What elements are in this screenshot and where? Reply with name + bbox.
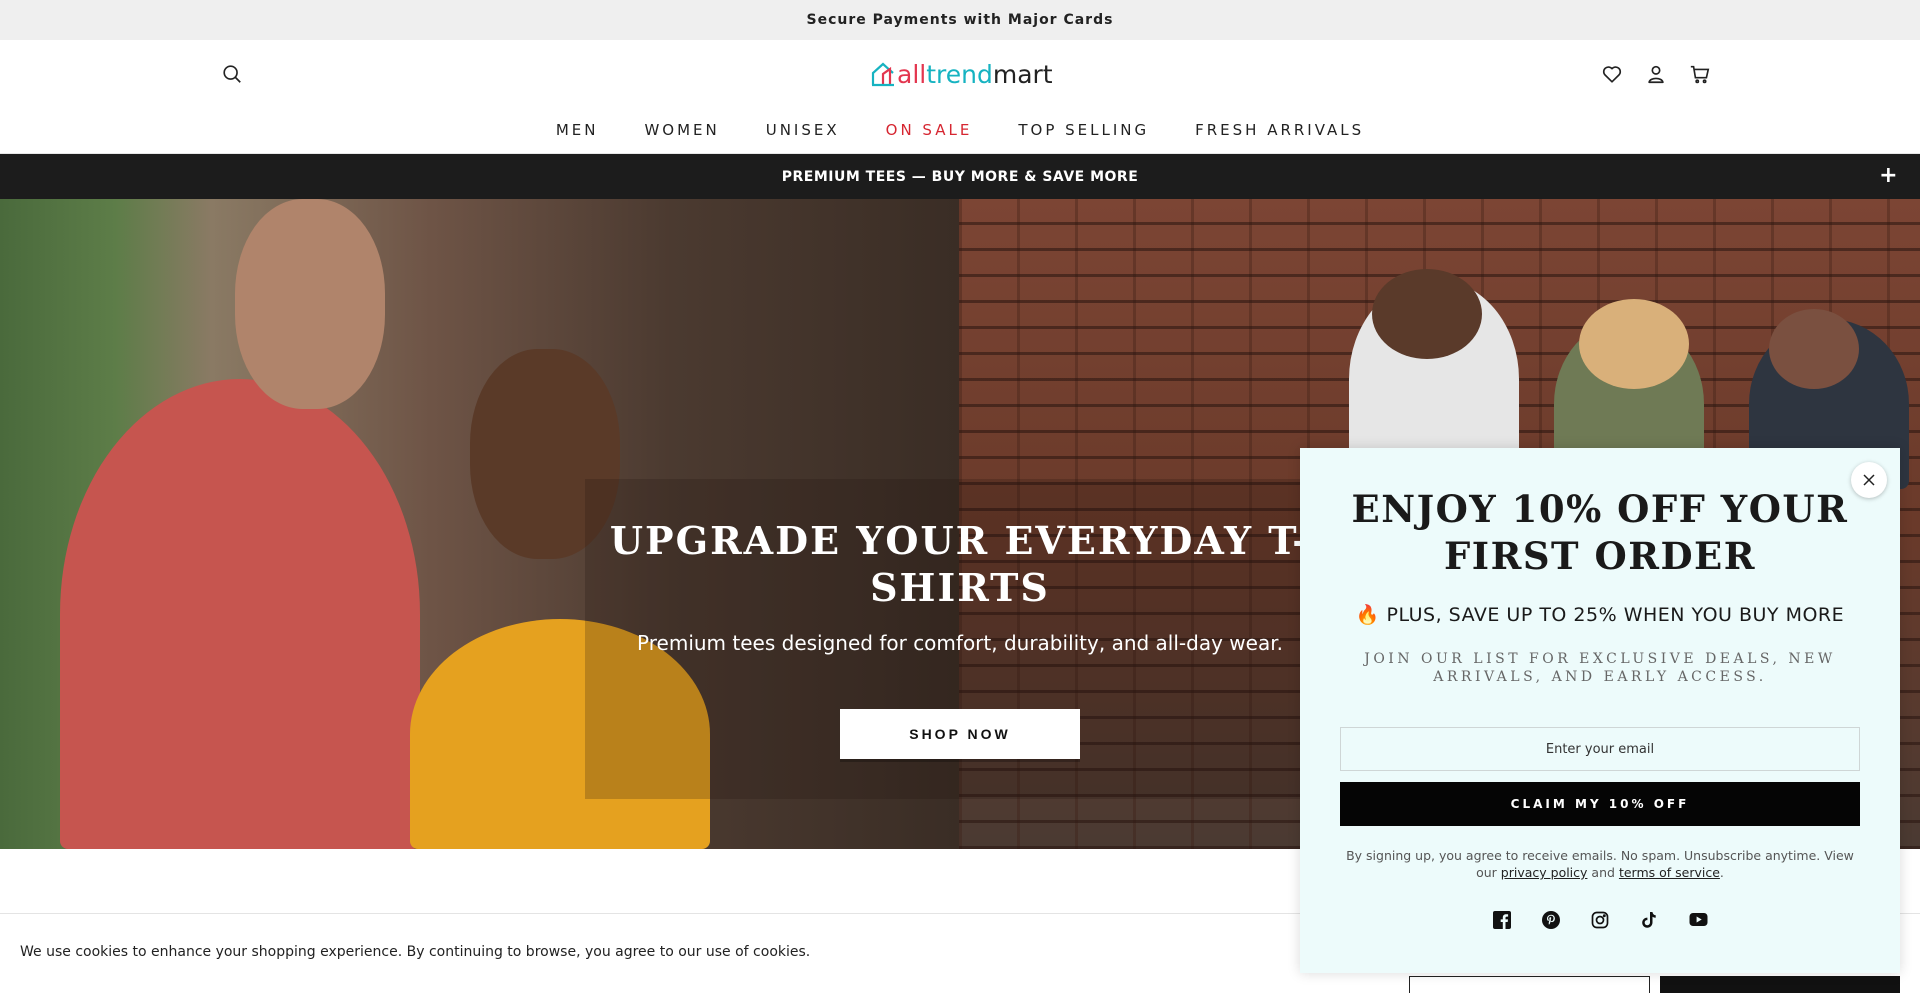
tiktok-icon[interactable] (1640, 910, 1659, 929)
privacy-policy-link[interactable]: privacy policy (1501, 865, 1588, 880)
cart-icon[interactable] (1684, 58, 1716, 90)
claim-discount-button[interactable]: CLAIM MY 10% OFF (1340, 782, 1860, 826)
person-face (1579, 299, 1689, 389)
terms-of-service-link[interactable]: terms of service (1619, 865, 1720, 880)
popup-join-line: JOIN OUR LIST FOR EXCLUSIVE DEALS, NEW A… (1364, 651, 1836, 685)
nav-item-on-sale[interactable]: ON SALE (886, 116, 973, 144)
hero-title: UPGRADE YOUR EVERYDAY T-SHIRTS (609, 518, 1311, 610)
site-logo[interactable]: all trend mart (870, 54, 1053, 94)
popup-plus-line: 🔥 PLUS, SAVE UP TO 25% WHEN YOU BUY MORE (1355, 604, 1845, 626)
newsletter-popup: ENJOY 10% OFF YOUR FIRST ORDER 🔥 PLUS, S… (1300, 448, 1900, 973)
popup-title: ENJOY 10% OFF YOUR FIRST ORDER (1351, 487, 1849, 578)
nav-item-unisex[interactable]: UNISEX (766, 116, 840, 144)
nav-item-top-selling[interactable]: TOP SELLING (1018, 116, 1149, 144)
nav-item-women[interactable]: WOMEN (644, 116, 719, 144)
legal-and: and (1591, 865, 1615, 880)
logo-text-mart: mart (992, 59, 1053, 89)
person-face (1769, 309, 1859, 389)
promo-text: PREMIUM TEES — BUY MORE & SAVE MORE (781, 168, 1139, 185)
announcement-text: Secure Payments with Major Cards (806, 12, 1114, 28)
youtube-icon[interactable] (1689, 910, 1708, 929)
instagram-icon[interactable] (1591, 910, 1610, 929)
hero-subtitle: Premium tees designed for comfort, durab… (637, 631, 1283, 655)
person-face (235, 199, 385, 409)
social-links (1300, 910, 1900, 934)
legal-suffix: . (1719, 865, 1724, 880)
announcement-bar: Secure Payments with Major Cards (0, 0, 1920, 40)
cookie-secondary-button[interactable] (1409, 976, 1650, 993)
person-red-shirt (60, 379, 420, 849)
shop-now-button[interactable]: SHOP NOW (840, 709, 1080, 759)
main-nav: MEN WOMEN UNISEX ON SALE TOP SELLING FRE… (0, 116, 1920, 144)
search-icon[interactable] (216, 58, 248, 90)
pinterest-icon[interactable] (1542, 910, 1561, 929)
heart-icon[interactable] (1596, 58, 1628, 90)
nav-item-fresh-arrivals[interactable]: FRESH ARRIVALS (1195, 116, 1364, 144)
person-face (1372, 269, 1482, 359)
logo-text-all: all (897, 59, 927, 89)
facebook-icon[interactable] (1493, 910, 1512, 929)
nav-item-men[interactable]: MEN (556, 116, 599, 144)
promo-expand-icon[interactable]: + (1879, 163, 1898, 189)
email-field[interactable] (1340, 727, 1860, 771)
promo-bar[interactable]: PREMIUM TEES — BUY MORE & SAVE MORE + (0, 154, 1920, 199)
site-header: all trend mart MEN WOMEN UNISEX ON SALE TO… (0, 40, 1920, 154)
user-icon[interactable] (1640, 58, 1672, 90)
cookie-accept-button[interactable] (1660, 976, 1900, 993)
logo-text-trend: trend (926, 59, 993, 89)
cookie-text: We use cookies to enhance your shopping … (20, 944, 811, 960)
popup-legal-text: By signing up, you agree to receive emai… (1340, 847, 1860, 881)
logo-house-icon (871, 62, 894, 87)
